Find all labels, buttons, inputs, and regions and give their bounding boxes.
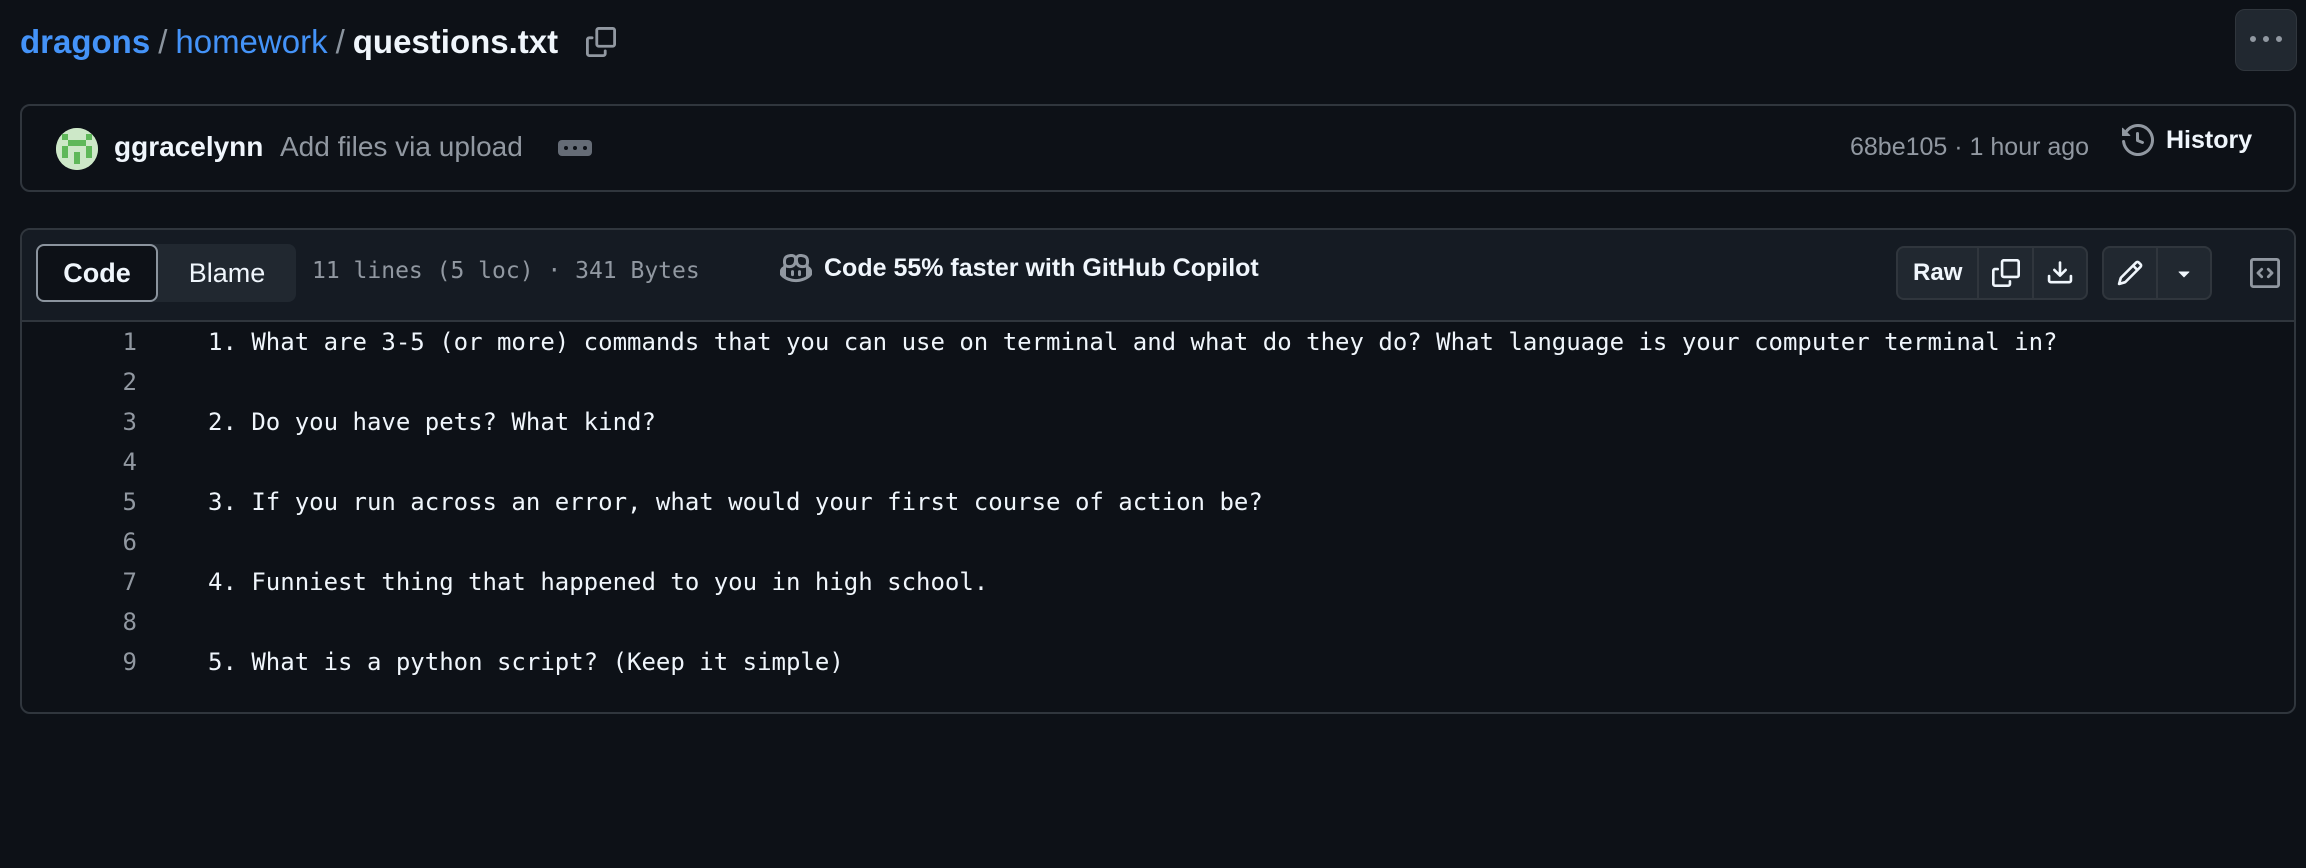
line-number[interactable]: 8 bbox=[123, 602, 137, 642]
tab-blame[interactable]: Blame bbox=[158, 244, 296, 302]
line-content: 3. If you run across an error, what woul… bbox=[208, 488, 1263, 516]
latest-commit-bar: ggracelynn Add files via upload 68be105 … bbox=[20, 104, 2296, 192]
raw-button[interactable]: Raw bbox=[1898, 248, 1977, 298]
breadcrumb-file-name: questions.txt bbox=[352, 23, 559, 60]
line-number[interactable]: 1 bbox=[123, 322, 137, 362]
code-line: 4 bbox=[22, 442, 2294, 482]
edit-options-dropdown[interactable] bbox=[2156, 248, 2210, 298]
code-line: 7 4. Funniest thing that happened to you … bbox=[22, 562, 2294, 602]
code-line: 3 2. Do you have pets? What kind? bbox=[22, 402, 2294, 442]
copilot-label: Code 55% faster with GitHub Copilot bbox=[824, 253, 1259, 282]
code-line: 1 1. What are 3-5 (or more) commands that… bbox=[22, 322, 2294, 362]
breadcrumb: dragons / homework / questions.txt bbox=[20, 18, 618, 66]
tab-code[interactable]: Code bbox=[36, 244, 158, 302]
breadcrumb-separator: / bbox=[158, 23, 168, 60]
breadcrumb-repo-link[interactable]: dragons bbox=[20, 23, 150, 61]
avatar[interactable] bbox=[56, 128, 98, 170]
download-icon bbox=[2047, 261, 2073, 284]
edit-actions-group bbox=[2102, 246, 2212, 300]
line-content: 5. What is a python script? (Keep it sim… bbox=[208, 648, 844, 676]
view-mode-toggle: Code Blame bbox=[36, 244, 296, 302]
line-content: 4. Funniest thing that happened to you i… bbox=[208, 568, 989, 596]
breadcrumb-folder-link[interactable]: homework bbox=[175, 23, 327, 61]
symbols-panel-button[interactable] bbox=[2238, 246, 2292, 300]
copy-icon bbox=[586, 27, 617, 57]
more-options-button[interactable] bbox=[2235, 9, 2297, 71]
copilot-icon bbox=[780, 253, 812, 283]
breadcrumb-separator: / bbox=[335, 23, 345, 60]
line-number[interactable]: 7 bbox=[123, 562, 137, 602]
code-square-icon bbox=[2250, 258, 2280, 288]
commit-message[interactable]: Add files via upload bbox=[280, 131, 523, 163]
raw-actions-group: Raw bbox=[1896, 246, 2088, 300]
line-number[interactable]: 9 bbox=[123, 642, 137, 682]
code-line: 9 5. What is a python script? (Keep it si… bbox=[22, 642, 2294, 682]
line-number[interactable]: 4 bbox=[123, 442, 137, 482]
code-line: 5 3. If you run across an error, what wou… bbox=[22, 482, 2294, 522]
commit-sha-time[interactable]: 68be105 · 1 hour ago bbox=[1850, 133, 2089, 162]
line-number[interactable]: 6 bbox=[123, 522, 137, 562]
code-line: 6 bbox=[22, 522, 2294, 562]
edit-button[interactable] bbox=[2104, 248, 2156, 298]
kebab-horizontal-icon bbox=[2250, 36, 2282, 42]
code-line: 8 bbox=[22, 602, 2294, 642]
line-content: 1. What are 3-5 (or more) commands that … bbox=[208, 328, 2058, 356]
copy-path-button[interactable] bbox=[584, 25, 618, 59]
code-line: 2 bbox=[22, 362, 2294, 402]
copy-raw-button[interactable] bbox=[1977, 248, 2031, 298]
file-header: Code Blame 11 lines (5 loc) · 341 Bytes … bbox=[22, 230, 2294, 322]
history-button[interactable]: History bbox=[2122, 124, 2252, 156]
line-number[interactable]: 3 bbox=[123, 402, 137, 442]
triangle-down-icon bbox=[2178, 271, 2190, 278]
file-viewer: Code Blame 11 lines (5 loc) · 341 Bytes … bbox=[20, 228, 2296, 714]
commit-author[interactable]: ggracelynn bbox=[114, 131, 263, 163]
history-label: History bbox=[2166, 125, 2253, 154]
line-number[interactable]: 2 bbox=[123, 362, 137, 402]
history-icon bbox=[2122, 124, 2154, 156]
expand-commit-button[interactable] bbox=[558, 140, 592, 156]
copy-icon bbox=[1991, 259, 2020, 287]
line-number[interactable]: 5 bbox=[123, 482, 137, 522]
file-meta: 11 lines (5 loc) · 341 Bytes bbox=[312, 258, 700, 284]
line-content: 2. Do you have pets? What kind? bbox=[208, 408, 656, 436]
copilot-promo[interactable]: Code 55% faster with GitHub Copilot bbox=[780, 252, 1259, 284]
download-button[interactable] bbox=[2031, 248, 2086, 298]
pencil-icon bbox=[2117, 260, 2143, 286]
